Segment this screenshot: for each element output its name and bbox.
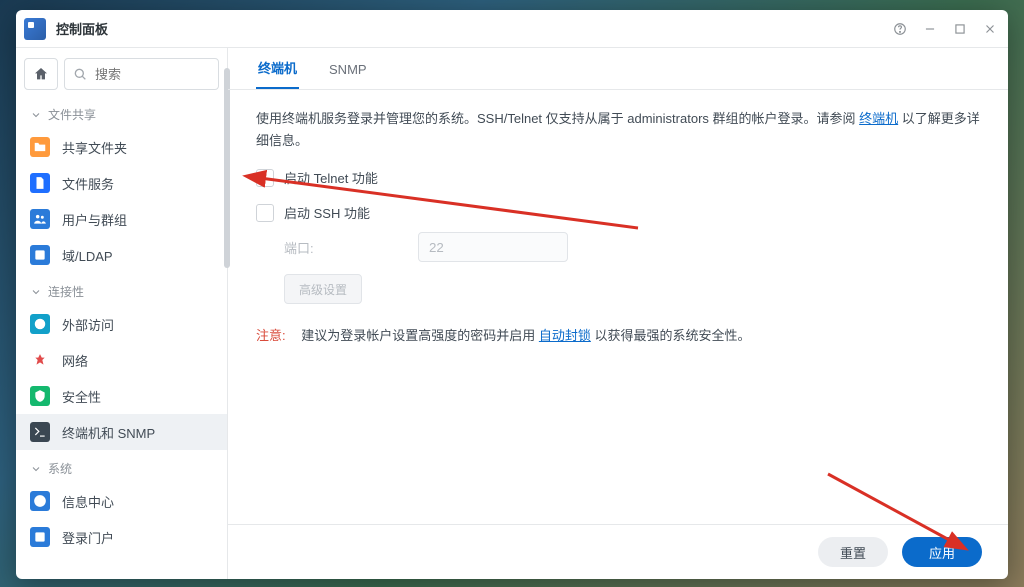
group-fileshare-label: 文件共享 (48, 106, 96, 123)
sidebar-item-label: 域/LDAP (62, 246, 113, 265)
group-fileshare[interactable]: 文件共享 (16, 96, 227, 129)
intro-text: 使用终端机服务登录并管理您的系统。SSH/Telnet 仅支持从属于 admin… (256, 108, 980, 152)
sidebar-item-label: 外部访问 (62, 315, 114, 334)
window-title: 控制面板 (56, 19, 108, 38)
note-text: 注意: 建议为登录帐户设置高强度的密码并启用 自动封锁 以获得最强的系统安全性。 (256, 326, 980, 347)
sidebar-item-label: 用户与群组 (62, 210, 127, 229)
sidebar-item-security[interactable]: 安全性 (16, 378, 227, 414)
group-connect-label: 连接性 (48, 283, 84, 300)
sidebar-item-label: 共享文件夹 (62, 138, 127, 157)
terminal-help-link[interactable]: 终端机 (859, 111, 898, 126)
globe-icon (30, 314, 50, 334)
apply-button[interactable]: 应用 (902, 537, 982, 567)
sidebar-item-file-service[interactable]: 文件服务 (16, 165, 227, 201)
network-icon (30, 350, 50, 370)
group-system-label: 系统 (48, 460, 72, 477)
ssh-subsettings: 端口: 高级设置 (284, 232, 980, 304)
tab-snmp[interactable]: SNMP (327, 52, 369, 89)
autoblock-link[interactable]: 自动封锁 (539, 328, 591, 343)
sidebar-item-external[interactable]: 外部访问 (16, 306, 227, 342)
sidebar-item-users[interactable]: 用户与群组 (16, 201, 227, 237)
note-post: 以获得最强的系统安全性。 (591, 328, 751, 343)
group-system[interactable]: 系统 (16, 450, 227, 483)
control-panel-window: 控制面板 (16, 10, 1008, 579)
reset-button[interactable]: 重置 (818, 537, 888, 567)
advanced-settings-button[interactable]: 高级设置 (284, 274, 362, 304)
search-icon (72, 66, 88, 85)
ssh-option: 启动 SSH 功能 (256, 203, 980, 222)
group-connect[interactable]: 连接性 (16, 273, 227, 306)
ldap-icon (30, 245, 50, 265)
intro-pre: 使用终端机服务登录并管理您的系统。SSH/Telnet 仅支持从属于 admin… (256, 111, 859, 126)
sidebar-item-terminal[interactable]: 终端机和 SNMP (16, 414, 227, 450)
terminal-icon (30, 422, 50, 442)
tabs: 终端机 SNMP (228, 48, 1008, 90)
note-pre: 建议为登录帐户设置高强度的密码并启用 (301, 328, 539, 343)
telnet-option: 启动 Telnet 功能 (256, 168, 980, 187)
ssh-label: 启动 SSH 功能 (284, 203, 370, 222)
content: 使用终端机服务登录并管理您的系统。SSH/Telnet 仅支持从属于 admin… (228, 90, 1008, 524)
telnet-checkbox[interactable] (256, 169, 274, 187)
window-controls (892, 21, 998, 37)
main-panel: 终端机 SNMP 使用终端机服务登录并管理您的系统。SSH/Telnet 仅支持… (228, 48, 1008, 579)
maximize-icon[interactable] (952, 21, 968, 37)
ssh-checkbox[interactable] (256, 204, 274, 222)
app-icon (24, 18, 46, 40)
sidebar-item-label: 网络 (62, 351, 88, 370)
folder-icon (30, 137, 50, 157)
sidebar-item-shared-folder[interactable]: 共享文件夹 (16, 129, 227, 165)
sidebar-item-network[interactable]: 网络 (16, 342, 227, 378)
sidebar-item-label: 登录门户 (62, 528, 114, 547)
close-icon[interactable] (982, 21, 998, 37)
nav-list: 文件共享 共享文件夹 文件服务 用户与群组 域/LDAP (16, 96, 227, 555)
port-input[interactable] (418, 232, 568, 262)
telnet-label: 启动 Telnet 功能 (284, 168, 378, 187)
port-label: 端口: (284, 238, 404, 257)
sidebar-item-ldap[interactable]: 域/LDAP (16, 237, 227, 273)
sidebar-item-login-portal[interactable]: 登录门户 (16, 519, 227, 555)
shield-icon (30, 386, 50, 406)
help-icon[interactable] (892, 21, 908, 37)
sidebar-item-info[interactable]: 信息中心 (16, 483, 227, 519)
file-icon (30, 173, 50, 193)
sidebar: 文件共享 共享文件夹 文件服务 用户与群组 域/LDAP (16, 48, 228, 579)
home-button[interactable] (24, 58, 58, 90)
login-icon (30, 527, 50, 547)
titlebar: 控制面板 (16, 10, 1008, 48)
sidebar-item-label: 终端机和 SNMP (62, 423, 155, 442)
info-icon (30, 491, 50, 511)
tab-terminal[interactable]: 终端机 (256, 48, 299, 89)
sidebar-item-label: 安全性 (62, 387, 101, 406)
users-icon (30, 209, 50, 229)
sidebar-item-label: 文件服务 (62, 174, 114, 193)
note-label: 注意: (256, 328, 286, 343)
minimize-icon[interactable] (922, 21, 938, 37)
sidebar-item-label: 信息中心 (62, 492, 114, 511)
footer: 重置 应用 (228, 524, 1008, 579)
